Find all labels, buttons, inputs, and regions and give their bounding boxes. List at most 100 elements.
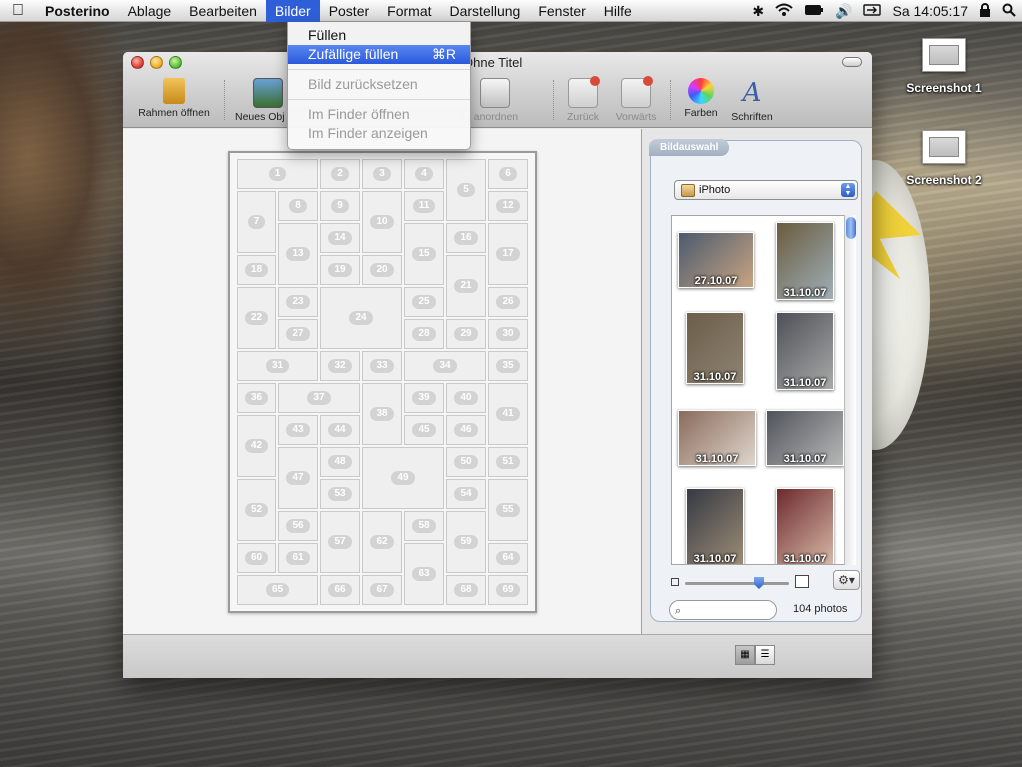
desktop-icon-screenshot-1[interactable]: Screenshot 1	[894, 38, 994, 95]
poster-cell[interactable]: 31	[237, 351, 318, 381]
poster-cell[interactable]: 33	[362, 351, 402, 381]
poster-cell[interactable]: 39	[404, 383, 444, 413]
poster-cell[interactable]: 44	[320, 415, 360, 445]
list-view-icon[interactable]: ☰	[755, 645, 775, 665]
poster-cell[interactable]: 19	[320, 255, 360, 285]
poster-cell[interactable]: 47	[278, 447, 318, 509]
zoom-window-button[interactable]	[169, 56, 182, 69]
menu-item-fill[interactable]: Füllen	[288, 26, 470, 45]
colors-button[interactable]: Farben	[681, 78, 721, 119]
poster-cell[interactable]: 67	[362, 575, 402, 605]
poster-cell[interactable]: 9	[320, 191, 360, 221]
slider-track[interactable]	[685, 582, 789, 585]
poster-cell[interactable]: 18	[237, 255, 276, 285]
poster-cell[interactable]: 3	[362, 159, 402, 189]
poster-cell[interactable]: 7	[237, 191, 276, 253]
poster-cell[interactable]: 63	[404, 543, 444, 605]
poster-cell[interactable]: 51	[488, 447, 528, 477]
poster-cell[interactable]: 61	[278, 543, 318, 573]
photo-thumbnail[interactable]: 31.10.07	[686, 312, 744, 384]
new-object-button[interactable]: Neues Obj	[235, 78, 289, 123]
poster-cell[interactable]: 2	[320, 159, 360, 189]
menu-poster[interactable]: Poster	[320, 0, 378, 22]
poster-cell[interactable]: 5	[446, 159, 486, 221]
photo-search-field[interactable]: ⌕	[669, 600, 777, 620]
poster-cell[interactable]: 21	[446, 255, 486, 317]
poster-cell[interactable]: 10	[362, 191, 402, 253]
lock-icon[interactable]	[979, 2, 991, 20]
poster-cell[interactable]: 57	[320, 511, 360, 573]
poster-cell[interactable]: 60	[237, 543, 276, 573]
menu-posterino[interactable]: Posterino	[36, 0, 119, 22]
menu-item-open-in-finder[interactable]: Im Finder öffnen	[288, 105, 470, 124]
poster-cell[interactable]: 14	[320, 223, 360, 253]
poster-cell[interactable]: 15	[404, 223, 444, 285]
toolbar-toggle-button[interactable]	[842, 57, 862, 67]
wifi-icon[interactable]	[775, 3, 793, 20]
poster-cell[interactable]: 11	[404, 191, 444, 221]
poster-cell[interactable]: 24	[320, 287, 402, 349]
poster-cell[interactable]: 41	[488, 383, 528, 445]
poster-cell[interactable]: 58	[404, 511, 444, 541]
spotlight-search-icon[interactable]	[1002, 3, 1016, 20]
back-button[interactable]: Zurück	[563, 76, 603, 123]
photo-grid-scrollbar[interactable]	[844, 215, 856, 565]
poster-cell[interactable]: 27	[278, 319, 318, 349]
forward-button[interactable]: Vorwärts	[611, 76, 661, 123]
poster-cell[interactable]: 52	[237, 479, 276, 541]
menu-item-random-fill[interactable]: Zufällige füllen ⌘R	[288, 45, 470, 64]
poster-cell[interactable]: 13	[278, 223, 318, 285]
poster-cell[interactable]: 50	[446, 447, 486, 477]
menu-format[interactable]: Format	[378, 0, 440, 22]
photo-thumbnail[interactable]: 31.10.07	[776, 488, 834, 564]
menu-bearbeiten[interactable]: Bearbeiten	[180, 0, 266, 22]
poster-cell[interactable]: 55	[488, 479, 528, 541]
photo-thumbnail-grid[interactable]: 27.10.07 31.10.07 31.10.07 31.10.07 31.10.07…	[671, 215, 851, 565]
poster-cell[interactable]: 12	[488, 191, 528, 221]
menu-fenster[interactable]: Fenster	[529, 0, 594, 22]
poster-cell[interactable]: 49	[362, 447, 444, 509]
poster-cell[interactable]: 20	[362, 255, 402, 285]
poster-cell[interactable]: 25	[404, 287, 444, 317]
poster-cell[interactable]: 23	[278, 287, 318, 317]
close-window-button[interactable]	[131, 56, 144, 69]
poster-cell[interactable]: 30	[488, 319, 528, 349]
photo-thumbnail[interactable]: 27.10.07	[678, 232, 754, 288]
poster-cell[interactable]: 4	[404, 159, 444, 189]
photo-thumbnail[interactable]: 31.10.07	[686, 488, 744, 564]
poster-cell[interactable]: 53	[320, 479, 360, 509]
poster-cell[interactable]: 16	[446, 223, 486, 253]
menu-hilfe[interactable]: Hilfe	[595, 0, 641, 22]
poster-cell[interactable]: 17	[488, 223, 528, 285]
poster-cell[interactable]: 8	[278, 191, 318, 221]
image-browser-tab[interactable]: Bildauswahl	[649, 139, 730, 156]
poster-cell[interactable]: 35	[488, 351, 528, 381]
poster-cell[interactable]: 66	[320, 575, 360, 605]
poster-cell[interactable]: 37	[278, 383, 360, 413]
poster-cell[interactable]: 45	[404, 415, 444, 445]
photo-thumbnail[interactable]: 31.10.07	[776, 312, 834, 390]
minimize-window-button[interactable]	[150, 56, 163, 69]
poster-cell[interactable]: 65	[237, 575, 318, 605]
open-frame-button[interactable]: Rahmen öffnen	[131, 78, 217, 119]
poster-cell[interactable]: 59	[446, 511, 486, 573]
photo-thumbnail[interactable]: 31.10.07	[766, 410, 844, 466]
poster-cell[interactable]: 6	[488, 159, 528, 189]
bluetooth-icon[interactable]: ✱	[752, 3, 764, 20]
poster-cell[interactable]: 22	[237, 287, 276, 349]
apple-menu-icon[interactable]: 	[0, 2, 36, 20]
poster-cell[interactable]: 43	[278, 415, 318, 445]
poster-cell[interactable]: 34	[404, 351, 486, 381]
poster-cell[interactable]: 62	[362, 511, 402, 573]
poster-cell[interactable]: 46	[446, 415, 486, 445]
poster-cell[interactable]: 38	[362, 383, 402, 445]
slider-knob[interactable]	[754, 577, 764, 589]
thumbnail-size-slider[interactable]	[671, 574, 811, 594]
menu-item-show-in-finder[interactable]: Im Finder anzeigen	[288, 124, 470, 143]
volume-icon[interactable]: 🔊	[835, 3, 852, 20]
poster-cell[interactable]: 42	[237, 415, 276, 477]
poster-cell[interactable]: 32	[320, 351, 360, 381]
poster-cell[interactable]: 1	[237, 159, 318, 189]
photo-thumbnail[interactable]: 31.10.07	[678, 410, 756, 466]
poster-cell[interactable]: 48	[320, 447, 360, 477]
